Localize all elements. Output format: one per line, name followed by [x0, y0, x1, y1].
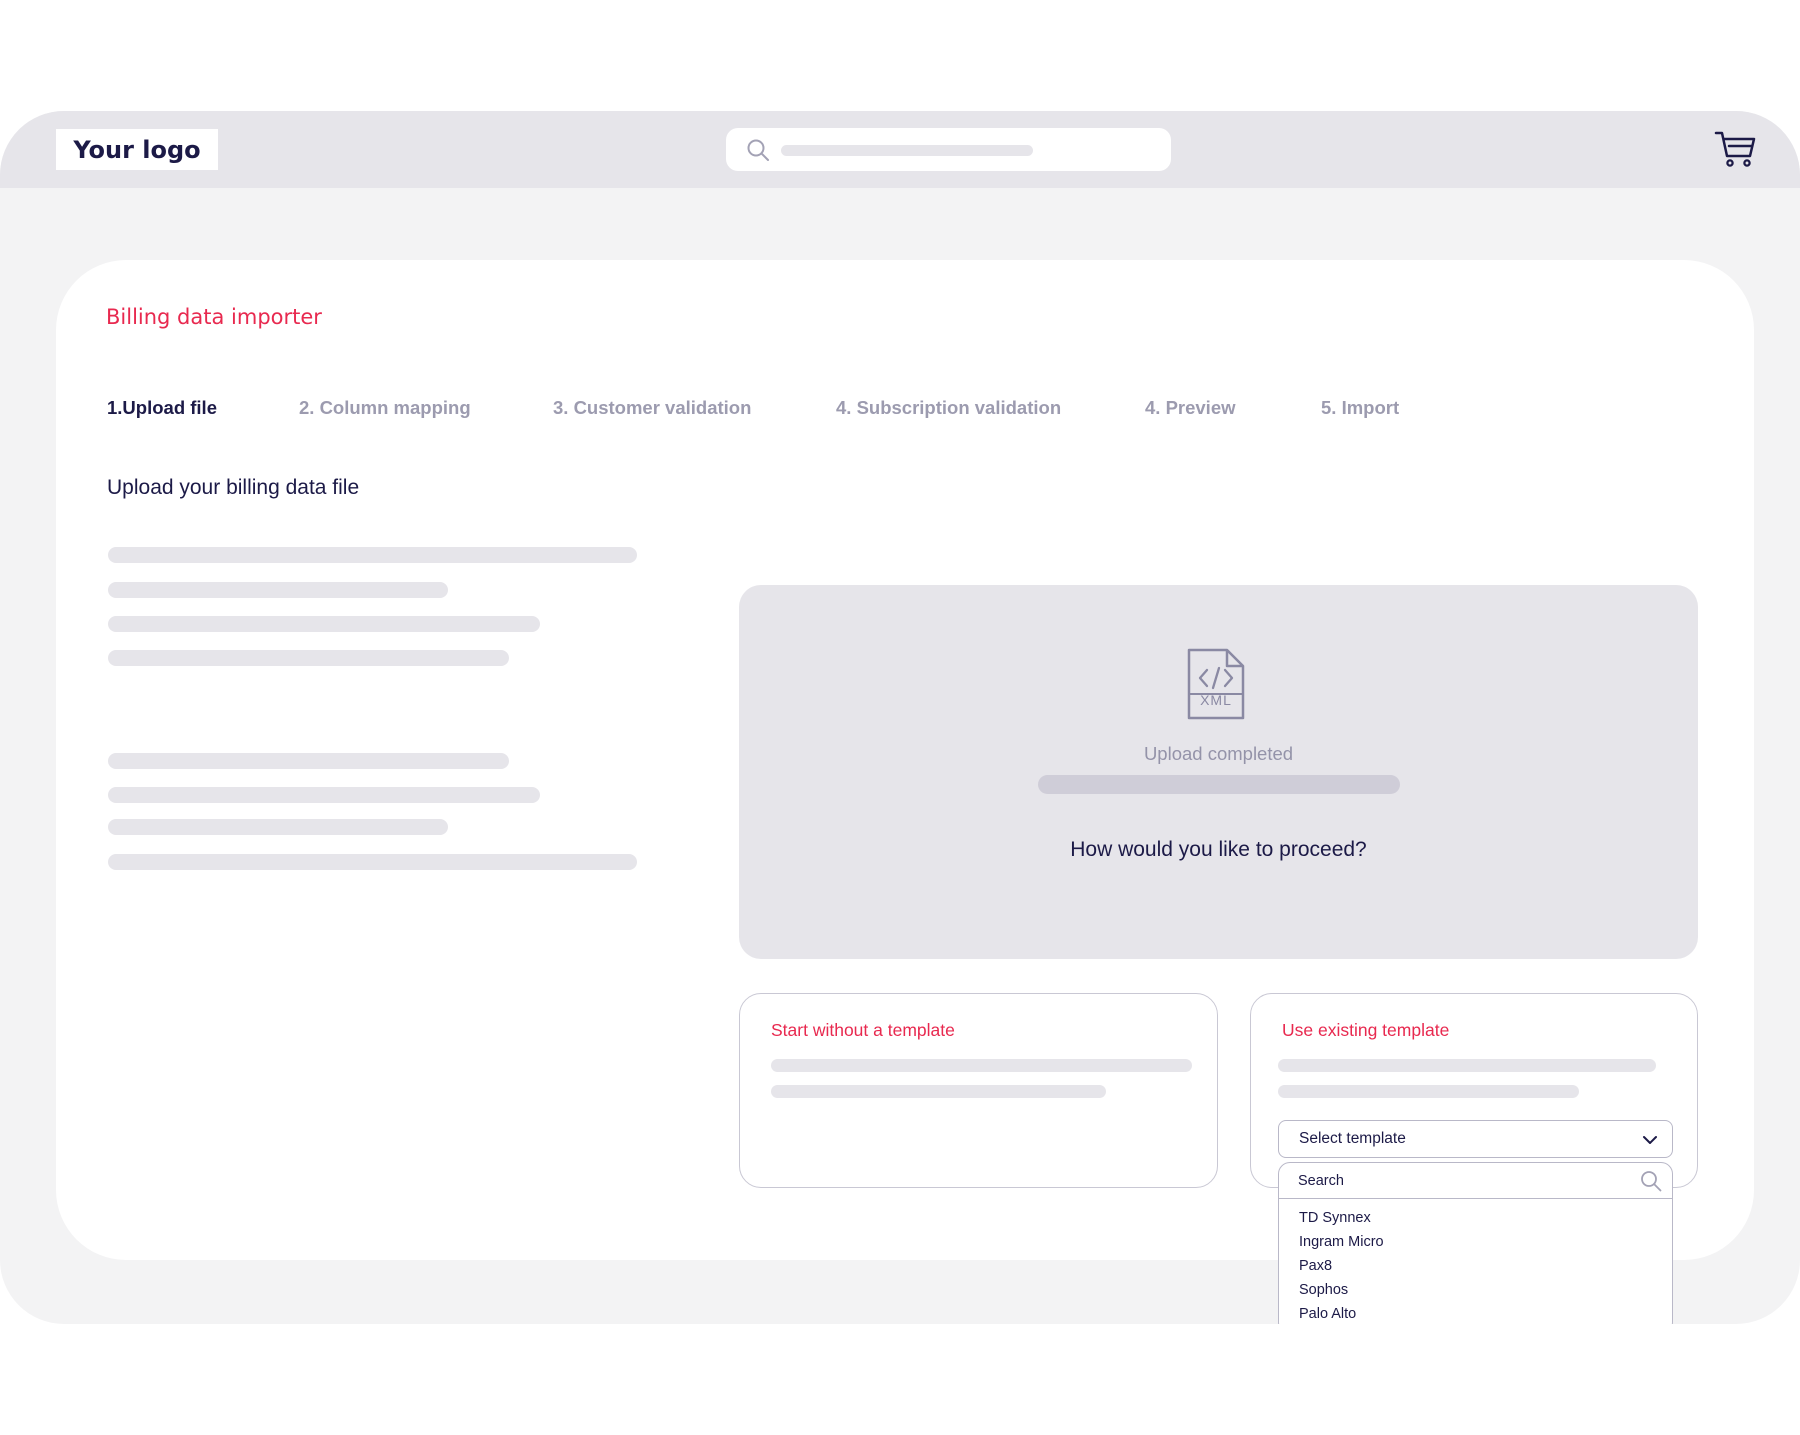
upload-progress-bar — [1038, 775, 1400, 794]
skeleton-line — [108, 582, 448, 598]
step-customer-validation[interactable]: 3. Customer validation — [553, 397, 751, 419]
start-without-template-option[interactable]: Start without a template — [739, 993, 1218, 1188]
step-subscription-validation[interactable]: 4. Subscription validation — [836, 397, 1061, 419]
use-existing-template-option[interactable]: Use existing template — [1250, 993, 1698, 1188]
skeleton-line — [108, 819, 448, 835]
skeleton-line — [108, 787, 540, 803]
global-search-bar[interactable] — [726, 128, 1171, 171]
skeleton-line — [108, 616, 540, 632]
skeleton-line — [108, 650, 509, 666]
step-import[interactable]: 5. Import — [1321, 397, 1399, 419]
template-dropdown: TD Synnex Ingram Micro Pax8 Sophos Palo … — [1278, 1162, 1673, 1324]
template-option-td-synnex[interactable]: TD Synnex — [1299, 1210, 1371, 1226]
skeleton-line — [108, 854, 637, 870]
skeleton-line — [1278, 1085, 1579, 1098]
chevron-down-icon — [1643, 1136, 1657, 1144]
upload-drop-zone[interactable]: XML Upload completed How would you like … — [739, 585, 1698, 959]
xml-file-icon: XML — [1187, 648, 1245, 720]
skeleton-line — [108, 547, 637, 563]
step-upload-file[interactable]: 1.Upload file — [107, 397, 217, 419]
proceed-question: How would you like to proceed? — [1070, 838, 1367, 861]
option-label: Start without a template — [771, 1020, 955, 1040]
cart-icon[interactable] — [1714, 129, 1756, 169]
page-title: Billing data importer — [106, 305, 322, 329]
skeleton-line — [771, 1085, 1106, 1098]
search-placeholder-skeleton — [781, 145, 1033, 156]
template-select[interactable]: Select template — [1278, 1120, 1673, 1158]
skeleton-line — [771, 1059, 1192, 1072]
template-select-value: Select template — [1299, 1130, 1406, 1147]
step-column-mapping[interactable]: 2. Column mapping — [299, 397, 471, 419]
skeleton-line — [1278, 1059, 1656, 1072]
upload-progress-fill — [1038, 775, 1400, 794]
xml-file-icon-label: XML — [1200, 692, 1232, 708]
template-option-palo-alto[interactable]: Palo Alto — [1299, 1306, 1356, 1322]
dropdown-search — [1279, 1163, 1672, 1199]
browser-window: Your logo Billing data importer 1.Upload… — [0, 111, 1800, 1324]
search-icon — [747, 139, 769, 161]
upload-status: Upload completed — [1143, 743, 1294, 764]
template-option-ingram-micro[interactable]: Ingram Micro — [1299, 1234, 1384, 1250]
template-option-pax8[interactable]: Pax8 — [1299, 1258, 1332, 1274]
logo[interactable]: Your logo — [56, 129, 218, 170]
skeleton-line — [108, 753, 509, 769]
upload-heading: Upload your billing data file — [107, 476, 360, 499]
search-icon[interactable] — [1640, 1170, 1662, 1192]
top-navigation-bar: Your logo — [0, 111, 1800, 188]
step-preview[interactable]: 4. Preview — [1145, 397, 1236, 419]
template-search-input[interactable] — [1298, 1171, 1618, 1191]
option-label: Use existing template — [1282, 1020, 1450, 1040]
importer-card: Billing data importer 1.Upload file 2. C… — [56, 260, 1754, 1324]
template-option-sophos[interactable]: Sophos — [1299, 1282, 1348, 1298]
